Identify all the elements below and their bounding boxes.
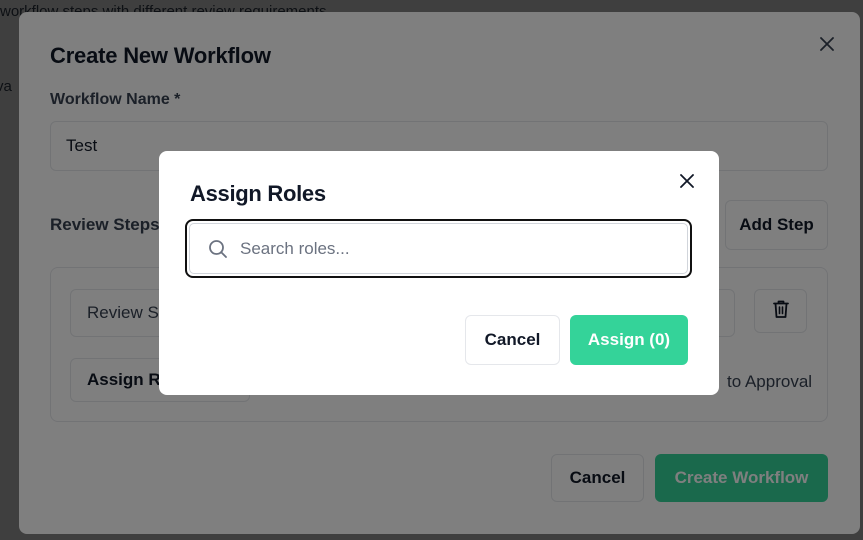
search-box <box>189 223 688 274</box>
assign-button[interactable]: Assign (0) <box>570 315 688 365</box>
close-icon[interactable] <box>676 170 698 192</box>
dialog-title: Assign Roles <box>190 181 326 206</box>
search-icon <box>207 238 229 260</box>
search-field <box>185 219 692 278</box>
search-input[interactable] <box>240 224 680 273</box>
assign-roles-dialog: Assign Roles Cancel Assign (0) <box>159 151 719 395</box>
dialog-cancel-button[interactable]: Cancel <box>465 315 560 365</box>
